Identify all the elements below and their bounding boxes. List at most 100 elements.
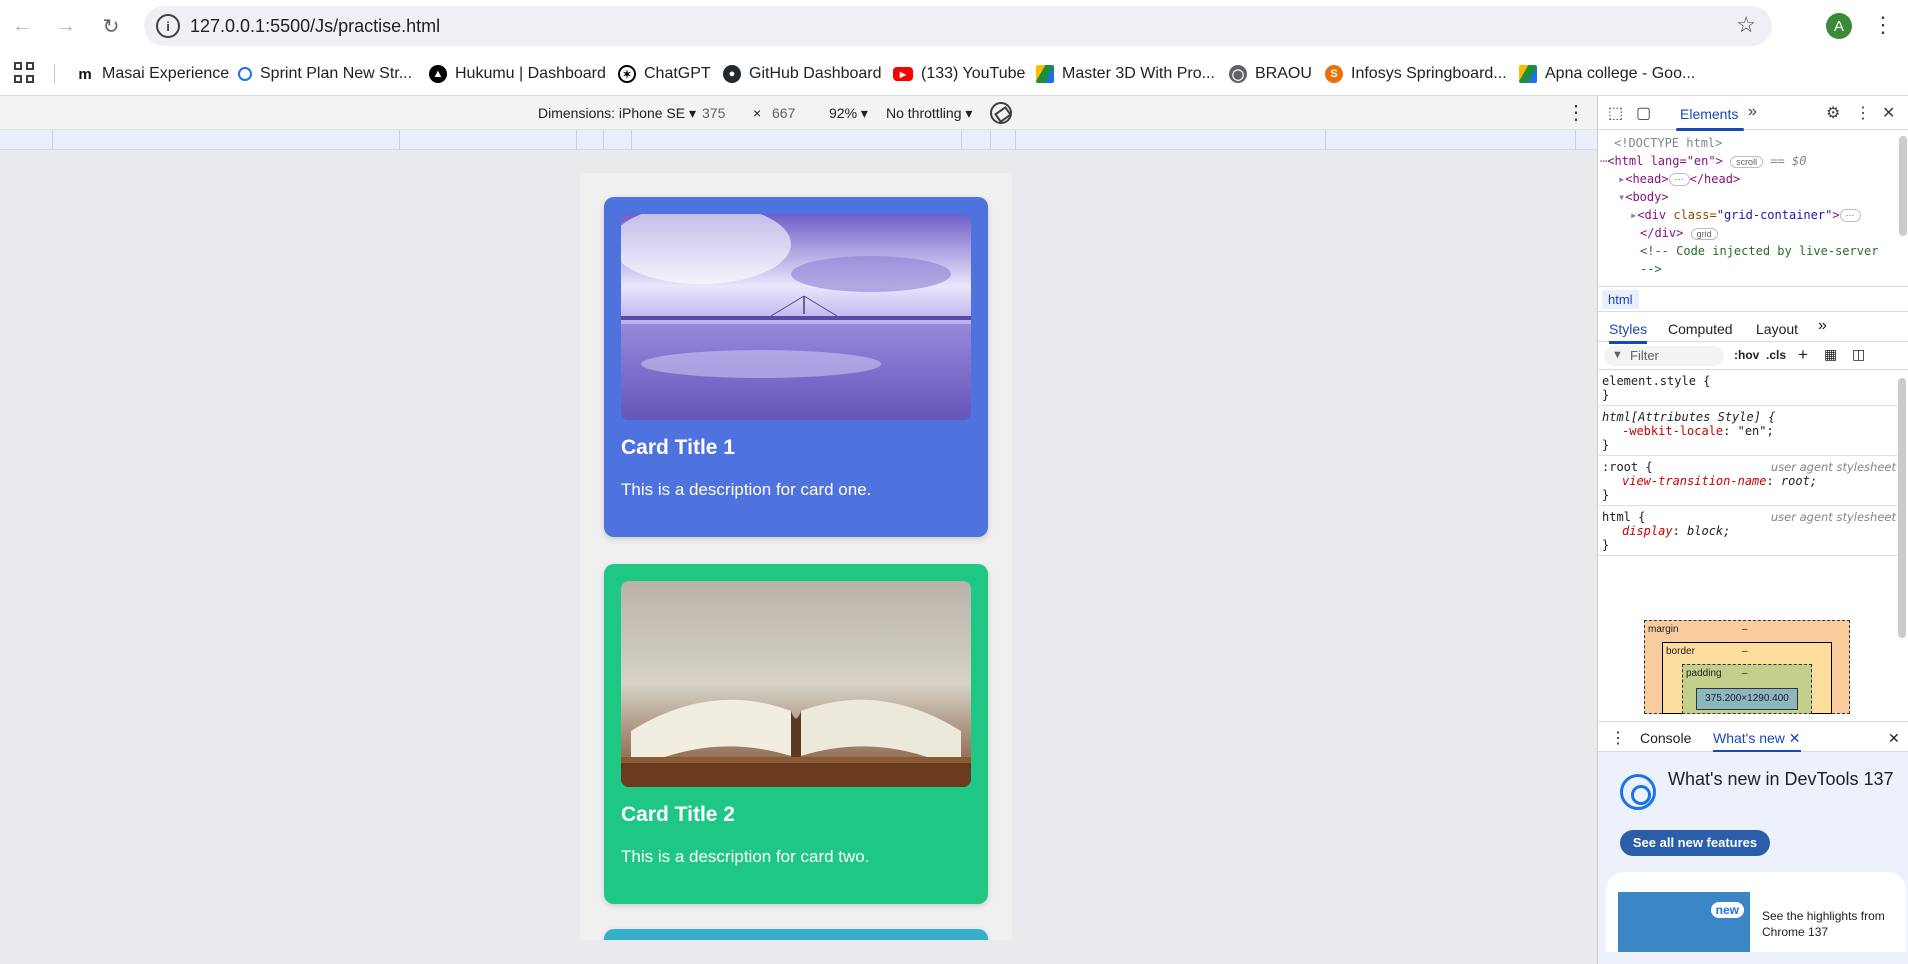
close-drawer-icon[interactable]: ✕ — [1888, 730, 1900, 747]
box-model-diagram: 375.200×1290.400 margin – border – paddi… — [1644, 620, 1850, 714]
bookmark-item[interactable]: ✶ ChatGPT — [618, 62, 711, 86]
rule-close: } — [1602, 388, 1610, 402]
more-tabs-icon[interactable]: » — [1748, 103, 1757, 121]
tab-whats-new[interactable]: What's new ✕ — [1713, 730, 1801, 753]
tab-computed[interactable]: Computed — [1668, 321, 1733, 337]
padding-value: – — [1742, 668, 1748, 679]
browser-toolbar: ← → ↻ i 127.0.0.1:5500/Js/practise.html … — [0, 0, 1908, 52]
bookmark-label: Masai Experience — [102, 65, 230, 82]
back-button[interactable]: ← — [6, 10, 38, 42]
devtools-menu-icon[interactable]: ⋮ — [1855, 103, 1871, 123]
bookmark-label: Infosys Springboard... — [1351, 65, 1507, 82]
dom-div-close[interactable]: </div> grid — [1640, 226, 1718, 240]
box-content-size[interactable]: 375.200×1290.400 — [1696, 688, 1798, 710]
hov-toggle[interactable]: :hov — [1734, 348, 1759, 362]
see-all-features-button[interactable]: See all new features — [1620, 830, 1770, 856]
drawer-menu-icon[interactable]: ⋮ — [1610, 728, 1626, 748]
devtools-main-tabs: ⬚ ▢ Elements » ⚙ ⋮ ✕ — [1598, 96, 1908, 131]
browser-menu-icon[interactable]: ⋮ — [1872, 12, 1894, 38]
address-bar[interactable]: i 127.0.0.1:5500/Js/practise.html ☆ — [144, 6, 1772, 46]
bookmark-label: Hukumu | Dashboard — [455, 65, 606, 82]
style-rule[interactable]: element.style { } — [1598, 370, 1898, 406]
profile-avatar[interactable]: A — [1826, 13, 1852, 39]
style-rule[interactable]: html { user agent stylesheet display: bl… — [1598, 506, 1898, 556]
bookmark-item[interactable]: ◯ BRAOU — [1229, 62, 1312, 86]
apps-grid-icon[interactable] — [14, 62, 36, 84]
rotate-icon[interactable] — [990, 102, 1012, 124]
dom-html-node[interactable]: ⋯<html lang="en"> scroll == $0 — [1600, 154, 1806, 168]
bookmark-item[interactable]: Apna college - Goo... — [1519, 62, 1695, 86]
highlights-card[interactable]: new See the highlights from Chrome 137 — [1606, 872, 1906, 952]
bookmark-item[interactable]: m Masai Experience — [76, 62, 229, 86]
bookmark-star-icon[interactable]: ☆ — [1736, 12, 1756, 38]
whats-new-panel: What's new in DevTools 137 See all new f… — [1598, 752, 1908, 964]
dom-head-node[interactable]: ▸<head> ⋯ </head> — [1618, 172, 1740, 186]
device-toolbar: Dimensions: iPhone SE ▾ 375 × 667 92% ▾ … — [0, 96, 1597, 130]
rule-source: user agent stylesheet — [1770, 460, 1896, 474]
device-height-input[interactable]: 667 — [772, 105, 795, 121]
new-badge: new — [1710, 902, 1744, 918]
rule-property[interactable]: -webkit-locale: "en"; — [1602, 424, 1894, 438]
dimension-separator: × — [753, 105, 762, 121]
hukumu-icon: ▲ — [429, 65, 447, 83]
device-viewport: Card Title 1 This is a description for c… — [580, 173, 1012, 940]
site-info-icon[interactable]: i — [156, 14, 180, 38]
breadcrumb-html[interactable]: html — [1602, 290, 1639, 309]
forward-button[interactable]: → — [50, 10, 82, 42]
card-2: Card Title 2 This is a description for c… — [604, 564, 988, 904]
new-rule-icon[interactable]: + — [1798, 345, 1808, 365]
device-toggle-icon[interactable]: ▢ — [1636, 103, 1651, 123]
styles-filter-bar: Filter ▼ :hov .cls + ▦ ◫ — [1598, 342, 1908, 370]
paint-icon[interactable]: ▦ — [1824, 346, 1837, 363]
url-text[interactable]: 127.0.0.1:5500/Js/practise.html — [190, 16, 440, 37]
cls-toggle[interactable]: .cls — [1766, 348, 1786, 362]
pin-icon — [238, 67, 252, 81]
device-width-input[interactable]: 375 — [702, 105, 725, 121]
device-select[interactable]: Dimensions: iPhone SE ▾ — [538, 105, 696, 122]
rule-property[interactable]: view-transition-name: root; — [1602, 474, 1894, 488]
bookmark-item[interactable]: ▶ (133) YouTube — [893, 62, 1025, 86]
dom-doctype[interactable]: <!DOCTYPE html> — [1614, 136, 1722, 150]
card-description: This is a description for card two. — [621, 847, 870, 866]
tab-console[interactable]: Console — [1640, 730, 1691, 746]
bookmark-item[interactable]: Sprint Plan New Str... — [238, 62, 412, 86]
margin-label: margin — [1648, 624, 1679, 635]
github-icon: ● — [723, 65, 741, 83]
bookmark-item[interactable]: Master 3D With Pro... — [1036, 62, 1215, 86]
bookmarks-bar: m Masai Experience Sprint Plan New Str..… — [0, 52, 1908, 96]
bookmark-item[interactable]: ▲ Hukumu | Dashboard — [429, 62, 606, 86]
settings-gear-icon[interactable]: ⚙ — [1826, 103, 1840, 123]
rule-property[interactable]: display: block; — [1602, 524, 1894, 538]
styles-scrollbar[interactable] — [1898, 378, 1906, 638]
inspect-element-icon[interactable]: ⬚ — [1608, 103, 1623, 123]
dom-div-node[interactable]: ▸<div class="grid-container"> ⋯ — [1630, 208, 1861, 222]
bookmark-label: BRAOU — [1255, 65, 1312, 82]
grid-badge[interactable]: grid — [1690, 227, 1718, 240]
tab-styles[interactable]: Styles — [1609, 321, 1648, 344]
style-rule[interactable]: :root { user agent stylesheet view-trans… — [1598, 456, 1898, 506]
scroll-badge[interactable]: scroll — [1730, 155, 1764, 168]
dom-scrollbar[interactable] — [1899, 136, 1907, 236]
tab-layout[interactable]: Layout — [1756, 321, 1798, 337]
zoom-select[interactable]: 92% ▾ — [829, 105, 868, 122]
bookmark-item[interactable]: S Infosys Springboard... — [1325, 62, 1507, 86]
sidebar-toggle-icon[interactable]: ◫ — [1852, 346, 1865, 363]
bookmark-item[interactable]: ● GitHub Dashboard — [723, 62, 882, 86]
dom-body-node[interactable]: ▾<body> — [1618, 190, 1669, 204]
device-toolbar-menu-icon[interactable]: ⋮ — [1566, 100, 1586, 125]
throttling-select[interactable]: No throttling ▾ — [886, 105, 972, 122]
dom-comment[interactable]: <!-- Code injected by live-server — [1640, 244, 1878, 258]
card-3 — [604, 929, 988, 940]
more-subtabs-icon[interactable]: » — [1818, 317, 1827, 335]
masai-icon: m — [78, 65, 92, 83]
rule-close: } — [1602, 538, 1610, 552]
media-query-ruler[interactable] — [0, 130, 1597, 150]
tab-elements[interactable]: Elements — [1675, 106, 1745, 131]
border-label: border — [1666, 646, 1695, 657]
rule-close: } — [1602, 488, 1610, 502]
drawer-tabs: ⋮ Console What's new ✕ ✕ — [1598, 722, 1908, 753]
border-value: – — [1742, 646, 1748, 657]
style-rule[interactable]: html[Attributes Style] { -webkit-locale:… — [1598, 406, 1898, 456]
reload-button[interactable]: ↻ — [95, 10, 127, 42]
close-devtools-icon[interactable]: ✕ — [1882, 103, 1895, 123]
